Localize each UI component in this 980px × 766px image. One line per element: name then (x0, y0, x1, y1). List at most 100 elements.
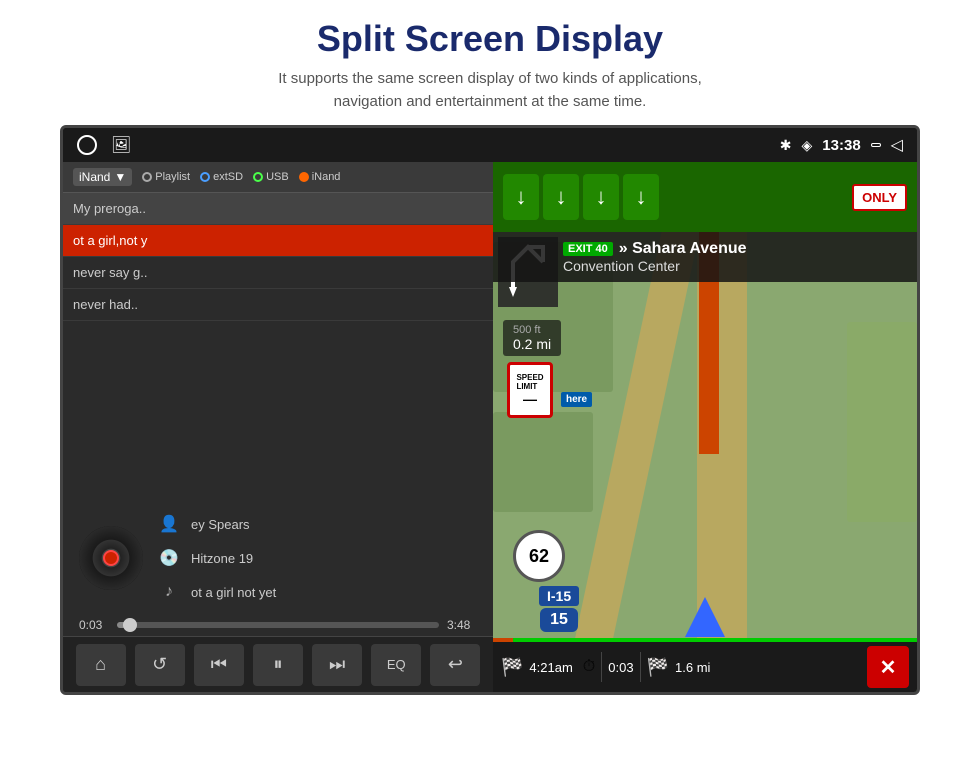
location-icon: ◈ (802, 137, 813, 154)
highway-text: I-15 (539, 586, 579, 606)
artist-name: ey Spears (191, 517, 250, 532)
main-split: iNand ▼ Playlist extSD USB iNand (63, 162, 917, 692)
status-right-icons: ✱ ◈ 13:38 ◁ (628, 135, 903, 155)
bluetooth-icon: ✱ (780, 137, 792, 154)
direction-box: EXIT 40 » Sahara Avenue Convention Cente… (493, 232, 917, 282)
eq-button[interactable]: EQ (371, 644, 421, 686)
disc-icon: 💿 (157, 546, 181, 570)
prev-button[interactable]: ⏮ (194, 644, 244, 686)
album-name: Hitzone 19 (191, 551, 253, 566)
nav-arrow-4: ↓ (623, 174, 659, 220)
page-title: Split Screen Display (60, 18, 920, 60)
flag-end-icon: 🏁 (647, 657, 669, 678)
page-header: Split Screen Display It supports the sam… (0, 0, 980, 125)
window-icon (871, 143, 881, 147)
distance-label: 0.2 mi (513, 336, 551, 352)
feet-label: 500 ft (513, 324, 551, 336)
nav-panel: Birch St Westwood ↓ ↓ ↓ ↓ ONLY (493, 162, 917, 692)
only-badge: ONLY (852, 184, 907, 211)
flag-start-icon: 🏁 (501, 657, 523, 678)
now-playing: 👤 ey Spears 💿 Hitzone 19 ♪ ot a girl not… (63, 502, 493, 614)
direction-main: » Sahara Avenue (619, 240, 747, 258)
nav-arrow-2: ↓ (543, 174, 579, 220)
source-label: iNand (79, 170, 110, 184)
status-left-icons: 🖼 (77, 135, 352, 155)
page-subtitle: It supports the same screen display of t… (60, 68, 920, 113)
radio-inand (299, 172, 309, 182)
progress-thumb (123, 618, 137, 632)
nav-top-banner: ↓ ↓ ↓ ↓ ONLY (493, 162, 917, 232)
next-button[interactable]: ⏭ (312, 644, 362, 686)
album-row: 💿 Hitzone 19 (157, 546, 276, 570)
controls-bar: ⌂ ↺ ⏮ ⏸ ⏭ EQ ↩ (63, 636, 493, 692)
repeat-button[interactable]: ↺ (135, 644, 185, 686)
speed-limit-sign: SPEEDLIMIT — (507, 362, 553, 418)
nav-divider-1 (601, 652, 602, 682)
nav-arrow-indicator (685, 597, 725, 637)
here-logo: here (561, 392, 592, 407)
source-inand[interactable]: iNand (299, 171, 341, 183)
duration-stat: 0:03 (608, 660, 633, 675)
pause-button[interactable]: ⏸ (253, 644, 303, 686)
limit-text: SPEEDLIMIT (516, 373, 543, 391)
duration-value: 0:03 (608, 660, 633, 675)
clock-icon: ⏱ (583, 658, 595, 676)
song-name: ot a girl not yet (191, 585, 276, 600)
arrival-time: 4:21am (529, 660, 572, 675)
highway-shield: 15 (540, 608, 578, 632)
music-note-icon: ♪ (157, 580, 181, 604)
grass-2 (493, 412, 593, 512)
source-dropdown[interactable]: iNand ▼ (73, 168, 132, 186)
speed-value: 62 (529, 546, 549, 567)
nav-close-button[interactable]: ✕ (867, 646, 909, 688)
progress-area: 0:03 3:48 (63, 614, 493, 636)
playlist-item-1[interactable]: ot a girl,not y (63, 225, 493, 257)
grass-3 (847, 322, 917, 522)
direction-sub: Convention Center (563, 258, 907, 274)
arrival-time-value: 4:21am (529, 660, 572, 675)
radio-playlist (142, 172, 152, 182)
radio-extsd (200, 172, 210, 182)
distance-overlay: 500 ft 0.2 mi (503, 320, 561, 356)
exit-label: EXIT 40 (563, 242, 613, 256)
source-extsd[interactable]: extSD (200, 171, 243, 183)
time-total: 3:48 (447, 618, 477, 632)
song-row: ♪ ot a girl not yet (157, 580, 276, 604)
nav-divider-2 (640, 652, 641, 682)
circle-icon (77, 135, 97, 155)
distance-stat-value: 1.6 mi (675, 660, 710, 675)
status-time: 13:38 (822, 137, 860, 154)
distance-stat: 1.6 mi (675, 660, 710, 675)
radio-usb (253, 172, 263, 182)
nav-triangle (685, 597, 725, 637)
nav-bottom-bar: 🏁 4:21am ⏱ 0:03 🏁 1.6 mi ✕ (493, 642, 917, 692)
image-icon: 🖼 (111, 135, 131, 155)
back-button[interactable]: ↩ (430, 644, 480, 686)
source-playlist[interactable]: Playlist (142, 171, 190, 183)
source-usb[interactable]: USB (253, 171, 289, 183)
map-background: Birch St Westwood ↓ ↓ ↓ ↓ ONLY (493, 162, 917, 692)
home-button[interactable]: ⌂ (76, 644, 126, 686)
arrow-group: ↓ ↓ ↓ ↓ (503, 174, 659, 220)
speed-sign: 62 (513, 530, 565, 582)
playlist-item-3[interactable]: never had.. (63, 289, 493, 321)
highway-badge: I-15 15 (539, 586, 579, 632)
source-selector: iNand ▼ Playlist extSD USB iNand (63, 162, 493, 193)
progress-bar[interactable] (117, 622, 439, 628)
track-info: 👤 ey Spears 💿 Hitzone 19 ♪ ot a girl not… (157, 512, 276, 604)
status-bar: 🖼 ✱ ◈ 13:38 ◁ (63, 128, 917, 162)
device-frame: 🖼 ✱ ◈ 13:38 ◁ iNand ▼ Playlist (60, 125, 920, 695)
vinyl-record (79, 526, 143, 590)
person-icon: 👤 (157, 512, 181, 536)
playlist-item-2[interactable]: never say g.. (63, 257, 493, 289)
vinyl-center (103, 550, 119, 566)
time-current: 0:03 (79, 618, 109, 632)
limit-value: — (523, 391, 537, 407)
artist-row: 👤 ey Spears (157, 512, 276, 536)
nav-arrow-1: ↓ (503, 174, 539, 220)
playlist-item-0[interactable]: My preroga.. (63, 193, 493, 225)
nav-arrow-3: ↓ (583, 174, 619, 220)
playlist-container: My preroga.. ot a girl,not y never say g… (63, 193, 493, 502)
music-panel: iNand ▼ Playlist extSD USB iNand (63, 162, 493, 692)
back-icon: ◁ (891, 135, 903, 155)
